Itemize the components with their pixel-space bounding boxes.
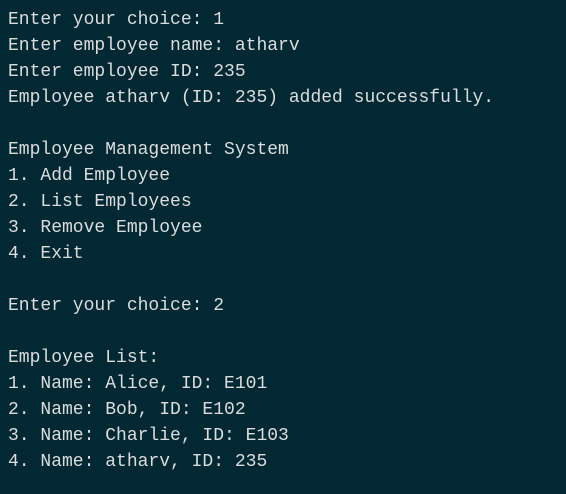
- employee-list-item: 1. Name: Alice, ID: E101: [8, 374, 268, 394]
- menu-option-add: 1. Add Employee: [8, 166, 171, 186]
- terminal-line: Employee atharv (ID: 235) added successf…: [8, 88, 495, 108]
- employee-list-item: 2. Name: Bob, ID: E102: [8, 400, 246, 420]
- employee-list-item: 3. Name: Charlie, ID: E103: [8, 426, 289, 446]
- menu-option-list: 2. List Employees: [8, 192, 192, 212]
- menu-option-exit: 4. Exit: [8, 244, 84, 264]
- employee-list-heading: Employee List:: [8, 348, 160, 368]
- menu-option-remove: 3. Remove Employee: [8, 218, 203, 238]
- terminal-line: Enter your choice: 1: [8, 10, 225, 30]
- terminal-line: Enter employee name: atharv: [8, 36, 300, 56]
- menu-title: Employee Management System: [8, 140, 289, 160]
- terminal-line: Enter your choice: 2: [8, 296, 225, 316]
- employee-list-item: 4. Name: atharv, ID: 235: [8, 452, 268, 472]
- terminal-output: Enter your choice: 1 Enter employee name:…: [8, 7, 494, 475]
- terminal-line: Enter employee ID: 235: [8, 62, 246, 82]
